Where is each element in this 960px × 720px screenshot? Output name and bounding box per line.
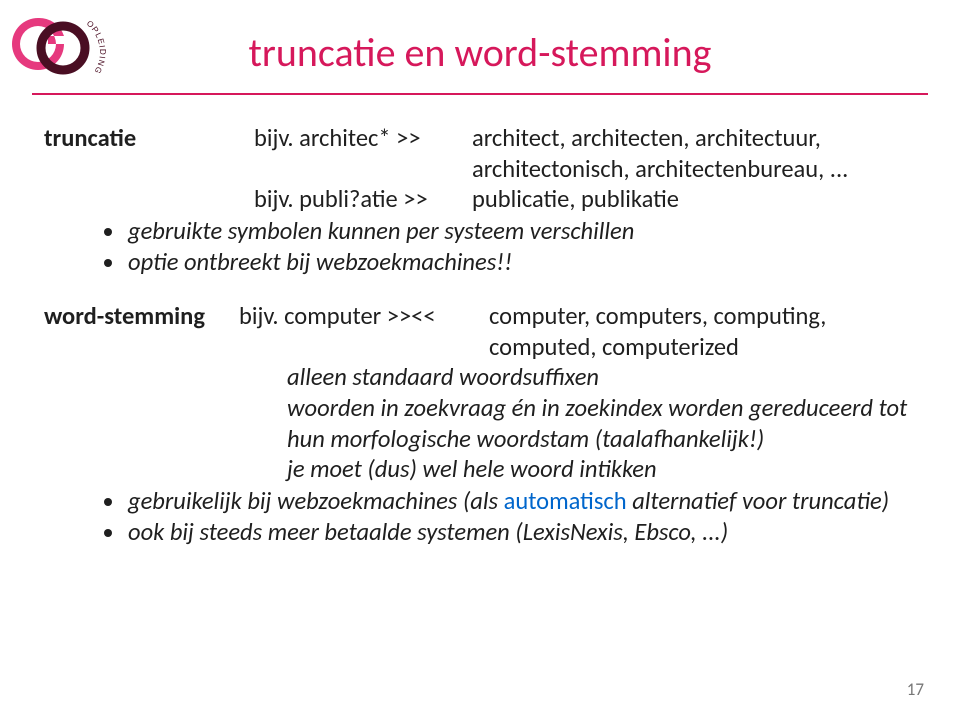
truncatie-label: truncatie [44,123,254,184]
title-underline [32,93,928,95]
truncatie-bullets: gebruikte symbolen kunnen per systeem ve… [44,216,916,277]
truncatie-ex2-left: bijv. publi?atie >> [254,184,472,215]
list-item: ook bij steeds meer betaalde systemen (L… [126,517,916,548]
list-item: gebruikte symbolen kunnen per systeem ve… [126,216,916,247]
text-span: gebruikelijk bij webzoekmachines (als [128,486,504,516]
stemming-row: word-stemming bijv. computer >><< comput… [44,301,916,362]
stemming-bullets: gebruikelijk bij webzoekmachines (als au… [44,486,916,547]
truncatie-ex1-left: bijv. architec* >> [254,123,472,184]
stemming-ex-right: computer, computers, computing, computed… [489,301,916,362]
slide-title: truncatie en word-stemming [0,0,960,93]
stemming-notes: alleen standaard woordsuffixen woorden i… [44,362,916,485]
stemming-ex-left: bijv. computer >><< [239,301,489,362]
text-span: alternatief voor truncatie) [627,486,889,516]
stemming-note-2: woorden in zoekvraag én in zoekindex wor… [287,393,916,454]
page-number: 17 [907,679,924,700]
stemming-note-3: je moet (dus) wel hele woord intikken [287,454,916,485]
slide-body: truncatie bijv. architec* >> architect, … [0,123,960,547]
truncatie-row-2: bijv. publi?atie >> publicatie, publikat… [44,184,916,215]
list-item: optie ontbreekt bij webzoekmachines!! [126,247,916,278]
list-item: gebruikelijk bij webzoekmachines (als au… [126,486,916,517]
truncatie-row-1: truncatie bijv. architec* >> architect, … [44,123,916,184]
brand-logo: OPLEIDINGEN [8,10,108,82]
truncatie-ex1-right: architect, architecten, architectuur, ar… [472,123,916,184]
link-text: automatisch [504,486,627,516]
stemming-label: word-stemming [44,301,239,362]
truncatie-ex2-right: publicatie, publikatie [472,184,916,215]
stemming-note-1: alleen standaard woordsuffixen [287,362,916,393]
